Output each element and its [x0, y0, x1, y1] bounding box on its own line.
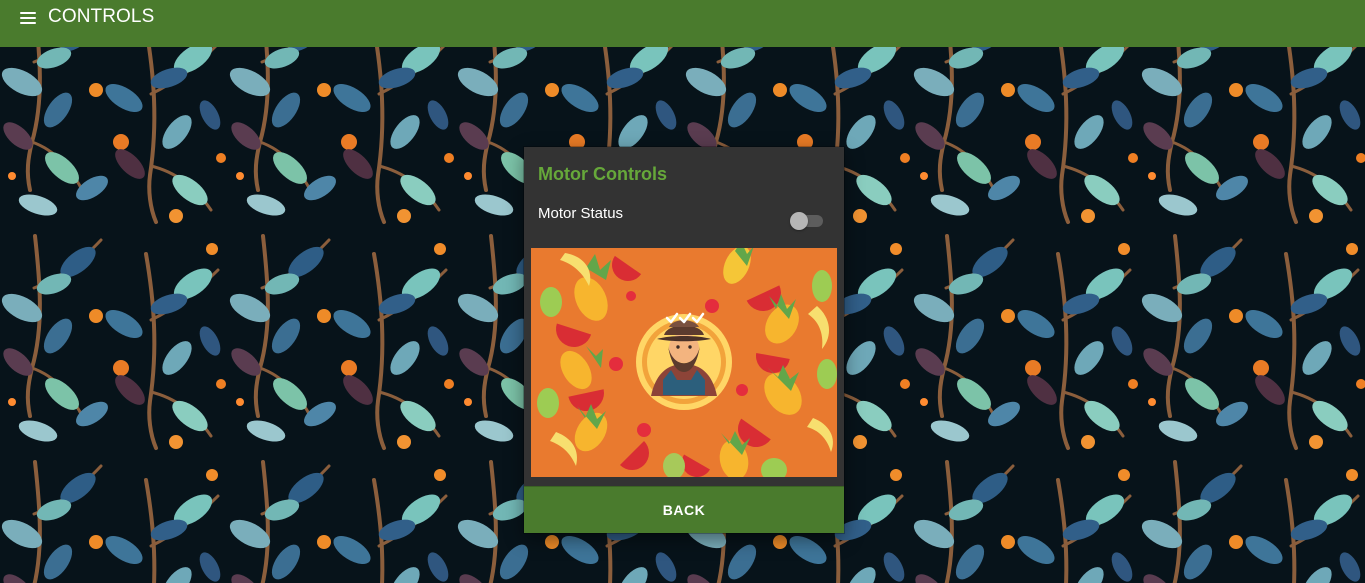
motor-status-toggle[interactable]	[790, 212, 826, 230]
card-title: Motor Controls	[538, 164, 667, 184]
hamburger-menu-icon[interactable]	[17, 9, 39, 27]
back-button[interactable]: BACK	[524, 486, 844, 533]
farmer-fruits-image	[531, 248, 837, 477]
app-bar: CONTROLS	[0, 0, 1365, 47]
menu-line	[20, 22, 36, 24]
controls-screen: CONTROLS Motor Controls Motor Status BAC…	[0, 0, 1365, 583]
toggle-thumb	[790, 212, 808, 230]
app-bar-title: CONTROLS	[48, 6, 155, 27]
motor-controls-card: Motor Controls Motor Status BACK	[524, 147, 844, 533]
farmer-icon	[636, 312, 732, 410]
menu-line	[20, 17, 36, 19]
motor-status-label: Motor Status	[538, 205, 624, 222]
menu-line	[20, 12, 36, 14]
